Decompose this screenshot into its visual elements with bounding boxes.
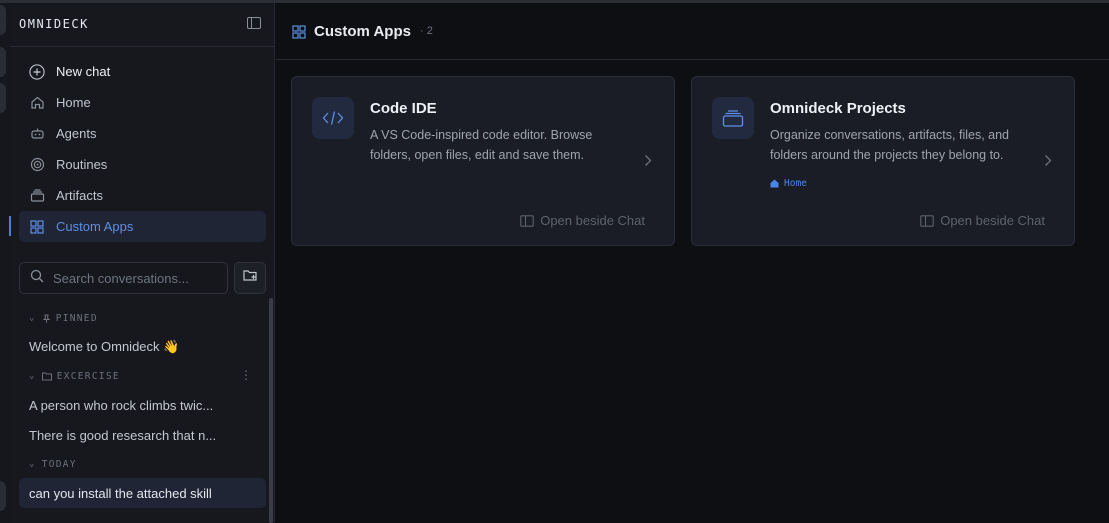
home-icon <box>29 95 45 111</box>
open-label: Open beside Chat <box>540 213 645 228</box>
target-icon <box>29 157 45 173</box>
section-header-excercise[interactable]: ⌄ EXCERCISE ⋮ <box>19 364 266 388</box>
projects-icon <box>712 97 754 139</box>
folder-plus-icon <box>242 269 258 287</box>
section-header-today[interactable]: ⌄ TODAY <box>19 452 266 476</box>
search-row <box>19 262 266 294</box>
plus-circle-icon <box>29 63 45 80</box>
rail-tab[interactable] <box>0 5 6 35</box>
open-beside-chat-button[interactable]: Open beside Chat <box>520 213 645 228</box>
sidebar-nav: New chat Home Agents Routines Artifacts <box>9 56 266 242</box>
active-indicator <box>9 216 11 236</box>
nav-label: New chat <box>56 64 111 79</box>
section-label: PINNED <box>55 312 98 324</box>
conversation-item[interactable]: A person who rock climbs twic... <box>19 390 266 420</box>
section-label: TODAY <box>41 458 77 470</box>
open-label: Open beside Chat <box>940 213 1045 228</box>
conversation-item[interactable]: There is good resesarch that n... <box>19 420 266 450</box>
tag-label: Home <box>784 178 807 189</box>
section-label: EXCERCISE <box>56 370 120 382</box>
grid-icon <box>292 25 306 44</box>
new-folder-button[interactable] <box>234 262 266 294</box>
card-title: Omnideck Projects <box>770 100 906 117</box>
search-input[interactable] <box>53 270 213 286</box>
rail-tab[interactable] <box>0 83 6 113</box>
conversation-item[interactable]: can you install the attached skill <box>19 478 266 508</box>
split-panel-icon <box>520 214 534 227</box>
sidebar-header: OMNIDECK <box>10 3 274 47</box>
section-header-pinned[interactable]: ⌄ PINNED <box>19 306 266 330</box>
search-box <box>19 262 228 294</box>
card-description: A VS Code-inspired code editor. Browse f… <box>370 128 593 162</box>
app-card-omnideck-projects[interactable]: Omnideck Projects Organize conversations… <box>691 76 1075 246</box>
page-title: Custom Apps <box>314 23 411 40</box>
chevron-down-icon: ⌄ <box>29 459 36 469</box>
sidebar-item-artifacts[interactable]: Artifacts <box>19 180 266 211</box>
sidebar: OMNIDECK New chat Home Agents Routines A… <box>9 3 275 523</box>
chevron-right-icon <box>1044 154 1052 172</box>
stack-icon <box>29 188 45 204</box>
more-options-icon[interactable]: ⋮ <box>240 368 252 382</box>
project-tag[interactable]: Home <box>770 178 807 189</box>
new-chat-button[interactable]: New chat <box>19 56 266 87</box>
split-panel-icon <box>920 214 934 227</box>
sidebar-scrollbar[interactable] <box>269 298 273 523</box>
main-content: Custom Apps · 2 Code IDE A VS Code-inspi… <box>276 3 1109 523</box>
nav-label: Custom Apps <box>56 219 134 234</box>
sidebar-item-routines[interactable]: Routines <box>19 149 266 180</box>
conversation-list: ⌄ PINNED Welcome to Omnideck 👋 ⌄ EXCERCI… <box>19 306 266 508</box>
sidebar-item-home[interactable]: Home <box>19 87 266 118</box>
open-beside-chat-button[interactable]: Open beside Chat <box>920 213 1045 228</box>
chevron-down-icon: ⌄ <box>29 371 36 381</box>
nav-label: Home <box>56 95 91 110</box>
chevron-right-icon <box>644 154 652 172</box>
code-icon <box>312 97 354 139</box>
search-icon <box>30 269 44 288</box>
sidebar-item-agents[interactable]: Agents <box>19 118 266 149</box>
conversation-item[interactable]: Welcome to Omnideck 👋 <box>19 332 266 362</box>
rail-tab[interactable] <box>0 47 6 77</box>
page-header: Custom Apps · 2 <box>276 3 1109 60</box>
app-count: · 2 <box>420 25 433 37</box>
app-brand: OMNIDECK <box>19 17 89 31</box>
nav-label: Routines <box>56 157 108 172</box>
card-description: Organize conversations, artifacts, files… <box>770 128 1010 162</box>
rail-tab[interactable] <box>0 481 6 511</box>
sidebar-toggle-icon[interactable] <box>247 17 261 29</box>
app-card-code-ide[interactable]: Code IDE A VS Code-inspired code editor.… <box>291 76 675 246</box>
chevron-down-icon: ⌄ <box>29 313 36 323</box>
card-title: Code IDE <box>370 100 437 117</box>
nav-label: Artifacts <box>56 188 103 203</box>
nav-label: Agents <box>56 126 97 141</box>
left-rail <box>0 3 10 523</box>
robot-icon <box>29 126 45 142</box>
folder-icon <box>41 372 52 381</box>
home-icon <box>770 179 779 188</box>
grid-icon <box>29 219 45 235</box>
sidebar-item-custom-apps[interactable]: Custom Apps <box>9 211 266 242</box>
pin-icon <box>42 314 51 323</box>
